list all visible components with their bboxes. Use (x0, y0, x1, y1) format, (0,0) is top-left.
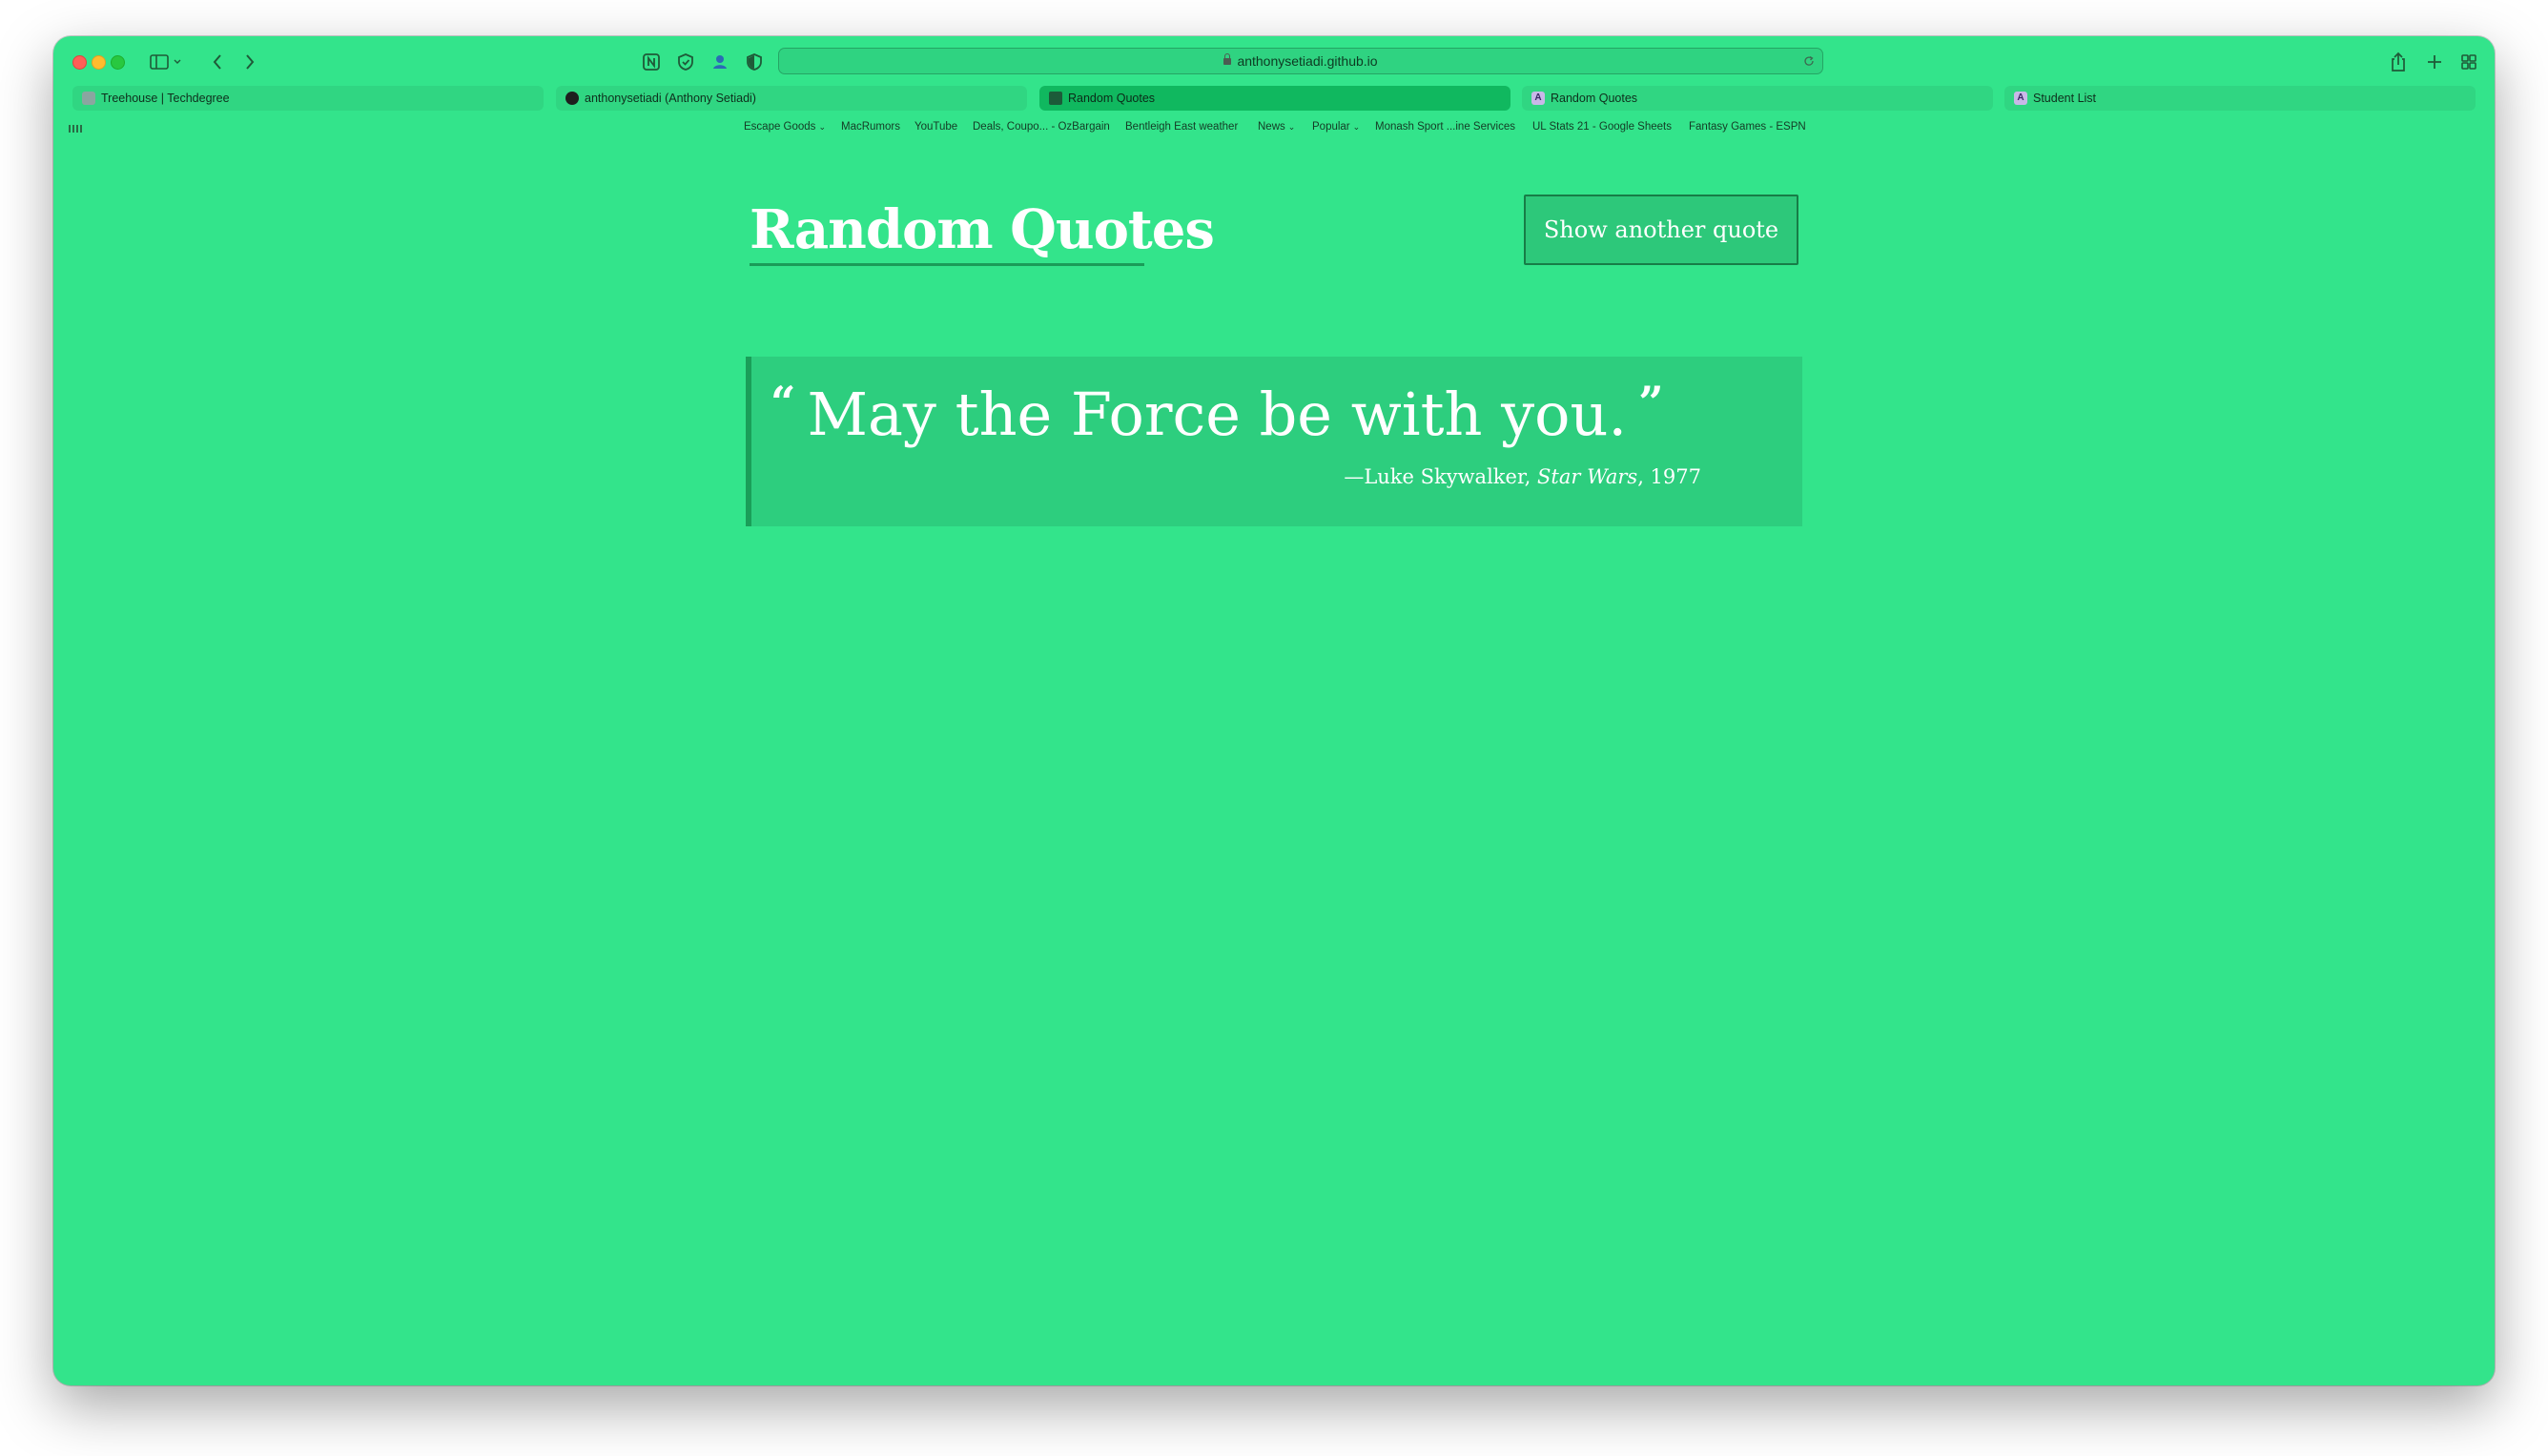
bookmark-macrumors[interactable]: MacRumors (841, 121, 900, 133)
reload-icon[interactable] (1803, 54, 1815, 72)
quote-text-line: “May the Force be with you.” (771, 376, 1664, 459)
shield-check-icon[interactable] (675, 50, 696, 74)
quote-attribution: —Luke Skywalker, Star Wars, 1977 (1344, 465, 1701, 488)
sidebar-toggle-icon[interactable] (147, 50, 185, 74)
quote-year: , 1977 (1637, 465, 1701, 488)
quote-citation: Star Wars (1537, 465, 1638, 488)
bookmark-news[interactable]: News ⌄ (1258, 121, 1295, 133)
bookmark-popular[interactable]: Popular ⌄ (1312, 121, 1360, 133)
close-window-button[interactable] (72, 55, 87, 70)
chevron-down-icon: ⌄ (1287, 122, 1296, 132)
bookmarks-bar: Escape Goods ⌄ MacRumors YouTube Deals, C… (53, 118, 2495, 139)
tab-treehouse[interactable]: Treehouse | Techdegree (72, 86, 544, 111)
github-favicon-icon (565, 92, 579, 105)
close-quote-mark: ” (1638, 377, 1664, 428)
tab-random-quotes-active[interactable]: Random Quotes (1039, 86, 1510, 111)
quote-text: May the Force be with you. (807, 379, 1628, 449)
bookmarks-grid-icon[interactable] (69, 125, 82, 133)
tab-bar: Treehouse | Techdegree anthonysetiadi (A… (72, 86, 2476, 113)
letter-a-favicon-icon: A (1531, 92, 1545, 105)
address-bar[interactable]: anthonysetiadi.github.io (778, 48, 1823, 74)
privacy-shield-icon[interactable] (744, 50, 765, 74)
title-underline (750, 263, 1144, 266)
tab-student-list[interactable]: A Student List (2004, 86, 2476, 111)
zoom-window-button[interactable] (111, 55, 125, 70)
page-title: Random Quotes (750, 198, 1215, 261)
browser-toolbar: anthonysetiadi.github.io (53, 36, 2495, 86)
chevron-down-icon: ⌄ (1352, 122, 1361, 132)
tab-label: Treehouse | Techdegree (101, 92, 230, 105)
quote-source: —Luke Skywalker, (1344, 465, 1531, 488)
tab-github[interactable]: anthonysetiadi (Anthony Setiadi) (556, 86, 1027, 111)
chevron-down-icon: ⌄ (818, 122, 826, 132)
url-text: anthonysetiadi.github.io (1237, 53, 1378, 69)
treehouse-favicon-icon (82, 92, 95, 105)
open-quote-mark: “ (771, 377, 796, 428)
tab-label: Student List (2033, 92, 2097, 105)
bookmark-youtube[interactable]: YouTube (914, 121, 957, 133)
tab-random-quotes[interactable]: A Random Quotes (1522, 86, 1993, 111)
show-another-quote-button[interactable]: Show another quote (1524, 195, 1798, 265)
quote-box: “May the Force be with you.” —Luke Skywa… (746, 357, 1802, 526)
page-favicon-icon (1049, 92, 1062, 105)
forward-icon[interactable] (240, 50, 259, 74)
lock-icon (1223, 53, 1232, 65)
tab-overview-icon[interactable] (2458, 50, 2479, 74)
browser-window: anthonysetiadi.github.io Treehouse | Tec… (53, 36, 2495, 1385)
bookmark-ul-stats[interactable]: UL Stats 21 - Google Sheets (1532, 121, 1672, 133)
letter-a-favicon-icon: A (2014, 92, 2027, 105)
back-icon[interactable] (208, 50, 227, 74)
share-icon[interactable] (2388, 50, 2409, 74)
tab-label: Random Quotes (1068, 92, 1156, 105)
bookmark-escape-goods[interactable]: Escape Goods ⌄ (744, 121, 826, 133)
new-tab-icon[interactable] (2424, 50, 2445, 74)
tab-label: Random Quotes (1551, 92, 1638, 105)
tab-label: anthonysetiadi (Anthony Setiadi) (585, 92, 756, 105)
bookmark-monash-sport[interactable]: Monash Sport ...ine Services (1375, 121, 1515, 133)
minimize-window-button[interactable] (92, 55, 106, 70)
bookmark-weather[interactable]: Bentleigh East weather (1125, 121, 1238, 133)
bookmark-fantasy-espn[interactable]: Fantasy Games - ESPN (1689, 121, 1806, 133)
notion-extension-icon[interactable] (641, 50, 662, 74)
incognito-extension-icon[interactable] (709, 50, 730, 74)
bookmark-ozbargain[interactable]: Deals, Coupo... - OzBargain (973, 121, 1110, 133)
